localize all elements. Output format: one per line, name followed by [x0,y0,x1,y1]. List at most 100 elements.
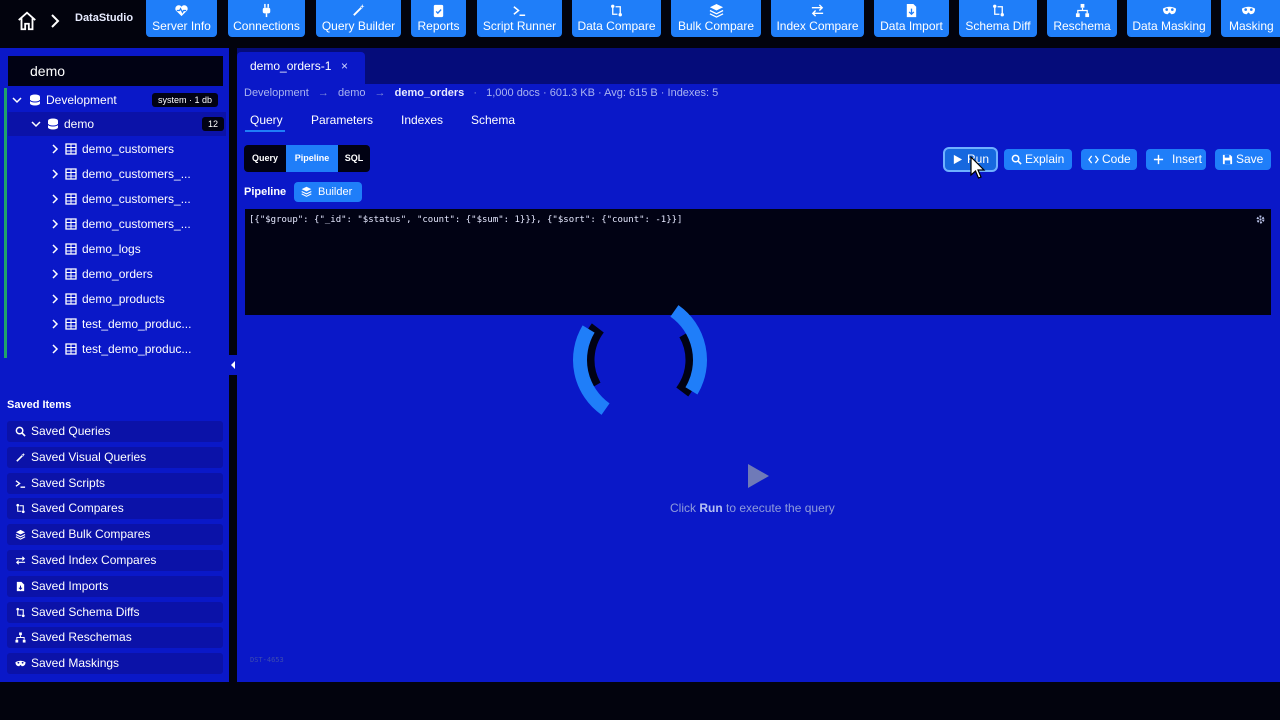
mode-pipeline-button[interactable]: Pipeline [286,145,338,172]
tree-label: demo_logs [82,242,141,256]
saved-item-saved-bulk-compares[interactable]: Saved Bulk Compares [7,524,223,546]
chevron-down-icon[interactable] [12,95,22,105]
subtab-query[interactable]: Query [250,113,283,127]
nav-label: Schema Diff [965,19,1031,33]
chevron-right-icon[interactable] [50,144,60,154]
nav-masking[interactable]: Masking [1221,0,1280,37]
code-button[interactable]: Code [1081,149,1137,170]
close-icon[interactable]: × [341,52,348,80]
nav-connections[interactable]: Connections [228,0,305,37]
nav-reports[interactable]: Reports [411,0,466,37]
tab-strip: demo_orders-1 × [237,48,1280,84]
saved-item-saved-queries[interactable]: Saved Queries [7,421,223,442]
chevron-right-icon[interactable] [50,319,60,329]
tree-collection[interactable]: demo_logs [8,237,226,261]
tree-collection[interactable]: demo_customers_... [8,212,226,236]
plus-icon [1153,154,1164,165]
mode-sql-button[interactable]: SQL [338,145,370,172]
saved-items-header: Saved Items [7,399,72,411]
swap-arrows-icon [15,556,26,565]
chevron-right-icon[interactable] [50,169,60,179]
saved-item-label: Saved Imports [31,578,109,593]
nav-bulk-compare[interactable]: Bulk Compare [671,0,761,37]
subtab-indexes[interactable]: Indexes [401,113,443,127]
chevron-right-icon[interactable] [50,269,60,279]
insert-label: Insert [1172,152,1203,166]
explain-button[interactable]: Explain [1004,149,1072,170]
chevron-right-icon[interactable] [50,219,60,229]
nav-query-builder[interactable]: Query Builder [316,0,401,37]
chevron-right-icon[interactable] [50,194,60,204]
empty-state-message: Click Run to execute the query [670,501,835,515]
saved-item-saved-scripts[interactable]: Saved Scripts [7,472,223,494]
terminal-icon [15,479,26,488]
insert-button[interactable]: Insert [1146,149,1206,170]
pipeline-code[interactable]: [{"$group": {"_id": "$status", "count": … [249,215,682,225]
saved-item-saved-reschemas[interactable]: Saved Reschemas [7,627,223,649]
gear-icon[interactable] [1255,214,1266,225]
chevron-right-icon[interactable] [50,244,60,254]
breadcrumb: Development → demo → demo_orders · 1,000… [244,87,718,99]
tree-collection[interactable]: test_demo_produc... [8,312,226,336]
nav-data-import[interactable]: Data Import [874,0,949,37]
saved-item-label: Saved Visual Queries [31,449,147,464]
tree-label: demo_products [82,292,165,306]
tree-database-demo[interactable]: demo 12 [8,112,226,136]
chevron-right-icon[interactable] [50,344,60,354]
nav-reschema[interactable]: Reschema [1047,0,1117,37]
saved-item-saved-compares[interactable]: Saved Compares [7,498,223,520]
breadcrumb-connection[interactable]: Development [244,87,309,99]
mouse-cursor-icon [970,156,986,179]
swap-arrows-icon [811,4,824,17]
clipboard-check-icon [433,4,444,18]
saved-item-saved-imports[interactable]: Saved Imports [7,575,223,597]
version-tag: DST-4653 [250,656,284,664]
saved-item-saved-visual-queries[interactable]: Saved Visual Queries [7,446,223,468]
nav-index-compare[interactable]: Index Compare [771,0,864,37]
nav-data-compare[interactable]: Data Compare [572,0,661,37]
table-icon [65,193,77,205]
nav-schema-diff[interactable]: Schema Diff [959,0,1037,37]
nav-script-runner[interactable]: Script Runner [477,0,562,37]
save-button[interactable]: Save [1215,149,1271,170]
tree-connection-development[interactable]: Development system · 1 db [8,88,226,112]
home-icon[interactable] [16,10,38,32]
database-icon [29,94,41,106]
subtab-schema[interactable]: Schema [471,113,515,127]
nav-data-masking[interactable]: Data Masking [1127,0,1211,37]
nav-label: Reschema [1053,19,1111,33]
tab-demo-orders[interactable]: demo_orders-1 × [237,52,365,84]
table-icon [65,343,77,355]
subtab-parameters[interactable]: Parameters [311,113,373,127]
tree-collection[interactable]: demo_customers_... [8,162,226,186]
builder-button[interactable]: Builder [294,182,362,202]
query-mode-toggle: Query Pipeline SQL [244,145,370,172]
search-icon [15,426,26,437]
layers-icon [15,530,26,540]
saved-item-label: Saved Reschemas [31,630,132,645]
saved-item-saved-index-compares[interactable]: Saved Index Compares [7,550,223,571]
chevron-right-icon[interactable] [50,294,60,304]
saved-item-saved-schema-diffs[interactable]: Saved Schema Diffs [7,601,223,623]
tree-collection[interactable]: test_demo_produc... [8,337,226,361]
tree-collection[interactable]: demo_customers [8,137,226,161]
nav-server-info[interactable]: Server Info [146,0,217,37]
tree-collection[interactable]: demo_customers_... [8,187,226,211]
tree-collection[interactable]: demo_orders [8,262,226,286]
chevron-down-icon[interactable] [31,119,41,129]
magic-wand-icon [353,3,365,16]
top-navigation-bar: DataStudio Server Info Connections Query… [0,0,1280,44]
app-brand: DataStudio [75,12,134,24]
mask-icon [1162,6,1176,15]
compare-icon [16,504,25,514]
mode-query-button[interactable]: Query [244,145,286,172]
pipeline-editor[interactable]: [{"$group": {"_id": "$status", "count": … [245,209,1271,315]
plug-icon [262,3,271,18]
sidebar-collapse-handle[interactable] [229,355,237,375]
tree-collection[interactable]: demo_products [8,287,226,311]
tree-label: demo_customers_... [82,167,191,181]
saved-item-saved-maskings[interactable]: Saved Maskings [7,653,223,675]
saved-item-label: Saved Index Compares [31,553,157,567]
breadcrumb-dot: · [473,87,478,99]
breadcrumb-database[interactable]: demo [338,87,366,99]
